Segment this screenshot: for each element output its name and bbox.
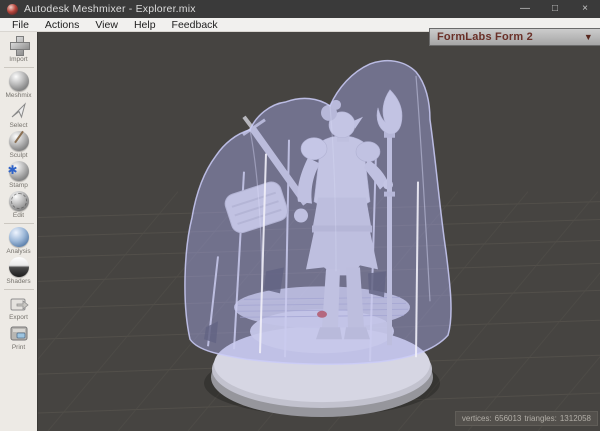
tool-label-import: Import xyxy=(0,56,38,63)
sculpt-brush-icon xyxy=(9,131,29,151)
export-icon xyxy=(9,293,29,313)
sidebar-item-analysis[interactable]: Analysis xyxy=(0,227,38,255)
sidebar-item-stamp[interactable]: ✱ Stamp xyxy=(0,161,38,189)
support-shell xyxy=(185,61,451,365)
sidebar-separator xyxy=(4,223,34,224)
shader-sphere-icon xyxy=(9,257,29,277)
sidebar-separator xyxy=(4,289,34,290)
maximize-button[interactable]: □ xyxy=(540,0,570,18)
printer-name: FormLabs Form 2 xyxy=(437,31,533,43)
sidebar-item-import[interactable]: Import xyxy=(0,35,38,63)
sidebar-item-meshmix[interactable]: Meshmix xyxy=(0,71,38,99)
tool-label-export: Export xyxy=(0,314,38,321)
sidebar-item-sculpt[interactable]: Sculpt xyxy=(0,131,38,159)
tool-label-shaders: Shaders xyxy=(0,278,38,285)
vertices-label: vertices: xyxy=(462,414,492,423)
tool-label-print: Print xyxy=(0,344,38,351)
sidebar-item-shaders[interactable]: Shaders xyxy=(0,257,38,285)
viewport-3d[interactable]: FormLabs Form 2 ▼ vertices: 656013 trian… xyxy=(38,32,600,431)
mesh-stats-badge: vertices: 656013 triangles: 1312058 xyxy=(455,411,598,426)
meshmixer-window: Autodesk Meshmixer - Explorer.mix — □ × … xyxy=(0,0,600,431)
triangles-count: 1312058 xyxy=(560,414,591,423)
printer-icon xyxy=(9,323,29,343)
menu-feedback[interactable]: Feedback xyxy=(164,19,226,31)
sidebar-item-export[interactable]: Export xyxy=(0,293,38,321)
sidebar-item-select[interactable]: Select xyxy=(0,101,38,129)
menu-help[interactable]: Help xyxy=(126,19,164,31)
tool-label-analysis: Analysis xyxy=(0,248,38,255)
chevron-down-icon: ▼ xyxy=(584,32,593,42)
sidebar-item-edit[interactable]: Edit xyxy=(0,191,38,219)
main-area: Import Meshmix Select Sculpt xyxy=(0,32,600,431)
sidebar-separator xyxy=(4,67,34,68)
sphere-icon xyxy=(9,71,29,91)
tool-label-meshmix: Meshmix xyxy=(0,92,38,99)
tool-sidebar: Import Meshmix Select Sculpt xyxy=(0,32,38,431)
scene-canvas xyxy=(38,32,600,431)
menu-view[interactable]: View xyxy=(87,19,126,31)
tool-label-sculpt: Sculpt xyxy=(0,152,38,159)
tool-label-edit: Edit xyxy=(0,212,38,219)
wireframe-sphere-icon xyxy=(9,191,29,211)
stamp-icon: ✱ xyxy=(9,161,29,181)
cursor-arrow-icon xyxy=(9,101,29,121)
plus-icon xyxy=(9,35,29,55)
vertices-count: 656013 xyxy=(495,414,522,423)
minimize-button[interactable]: — xyxy=(510,0,540,18)
sidebar-item-print[interactable]: Print xyxy=(0,323,38,351)
menu-file[interactable]: File xyxy=(4,19,37,31)
meshmixer-logo-icon xyxy=(7,4,18,15)
tool-label-select: Select xyxy=(0,122,38,129)
printer-select-dropdown[interactable]: FormLabs Form 2 ▼ xyxy=(429,28,600,46)
window-title: Autodesk Meshmixer - Explorer.mix xyxy=(24,3,196,15)
menu-actions[interactable]: Actions xyxy=(37,19,87,31)
title-bar: Autodesk Meshmixer - Explorer.mix — □ × xyxy=(0,0,600,18)
tool-label-stamp: Stamp xyxy=(0,182,38,189)
analysis-sphere-icon xyxy=(9,227,29,247)
close-button[interactable]: × xyxy=(570,0,600,18)
triangles-label: triangles: xyxy=(524,414,556,423)
